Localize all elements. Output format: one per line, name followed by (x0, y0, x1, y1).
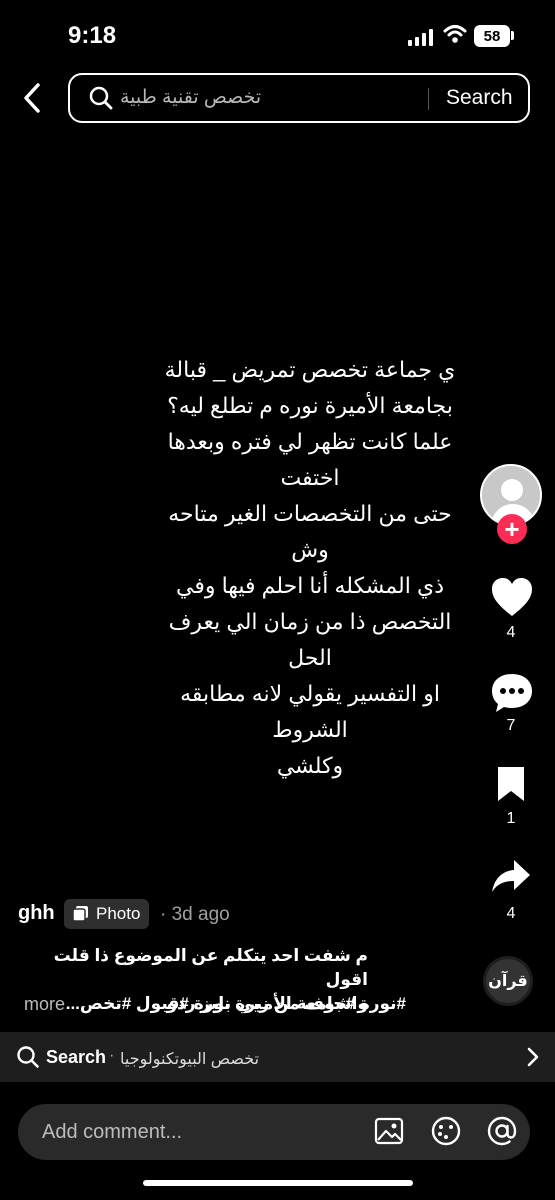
back-arrow-icon[interactable] (18, 80, 48, 116)
battery-indicator: 58 (474, 25, 510, 47)
author-username[interactable]: ghh (18, 902, 55, 925)
mention-icon[interactable] (486, 1115, 518, 1147)
save-count: 1 (506, 810, 516, 827)
related-search-query[interactable]: تخصص البيوتكنولوجيا (120, 1049, 259, 1069)
follow-button[interactable]: + (497, 514, 527, 544)
photo-badge-label: Photo (96, 904, 141, 923)
comment-icon[interactable] (490, 672, 534, 714)
caption-tags-line: #نورة #جامعة الأميرة نورة #قبول #تخص... … (16, 994, 406, 1020)
image-icon[interactable] (374, 1116, 404, 1146)
sound-label: قرآن (488, 973, 528, 990)
comment-placeholder[interactable]: Add comment... (42, 1121, 182, 1144)
chevron-right-icon[interactable] (524, 1046, 542, 1068)
avatar-head (501, 479, 523, 501)
bookmark-icon[interactable] (494, 765, 528, 803)
more-link[interactable]: more (24, 994, 65, 1015)
status-time: 9:18 (68, 22, 117, 49)
post-text: ي جماعة تخصص تمريض _ قبالة بجامعة الأمير… (164, 357, 456, 778)
comment-count: 7 (506, 717, 516, 734)
signal-icon (408, 28, 434, 46)
share-count: 4 (506, 905, 516, 922)
search-input[interactable]: تخصص تقنية طبية (120, 86, 310, 109)
home-indicator (143, 1180, 413, 1186)
search-divider (428, 88, 429, 110)
related-search-label: Search (46, 1047, 107, 1067)
sound-disc[interactable]: قرآن (483, 956, 533, 1006)
related-search-icon (17, 1046, 39, 1068)
like-count: 4 (506, 624, 516, 641)
emoji-icon[interactable] (430, 1115, 462, 1147)
battery-tip (511, 31, 514, 40)
caption-hashtags[interactable]: #نورة #جامعة الأميرة نورة #قبول #تخص... (66, 994, 406, 1014)
search-button[interactable]: Search (446, 86, 513, 110)
related-separator: · (109, 1047, 115, 1064)
photo-icon (72, 906, 88, 922)
wifi-icon (443, 25, 467, 43)
photo-badge: Photo (64, 899, 150, 929)
post-time: · 3d ago (160, 904, 230, 925)
share-icon[interactable] (490, 858, 532, 896)
search-icon (89, 86, 113, 110)
heart-icon[interactable] (490, 576, 534, 618)
